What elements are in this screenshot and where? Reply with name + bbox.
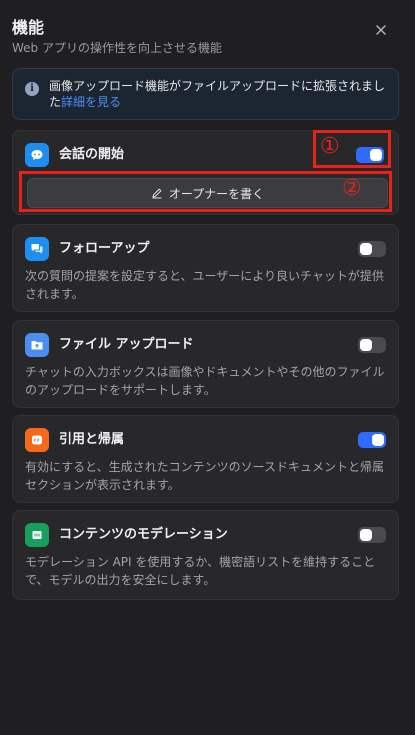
messages-icon (25, 237, 49, 261)
feature-title: フォローアップ (59, 241, 150, 256)
follow-up-toggle[interactable] (358, 241, 386, 257)
feature-title: 引用と帰属 (59, 432, 125, 447)
info-icon: i (25, 82, 39, 96)
annotation-box-2 (19, 171, 392, 212)
moderation-icon (25, 523, 49, 547)
feature-card-citations: 引用と帰属 有効にすると、生成されたコンテンツのソースドキュメントと帰属セクショ… (12, 415, 399, 503)
feature-card-follow-up: フォローアップ 次の質問の提案を設定すると、ユーザーにより良いチャットが提供され… (12, 224, 399, 312)
learn-more-link[interactable]: 詳細を見る (61, 95, 121, 109)
feature-card-file-upload: ファイル アップロード チャットの入力ボックスは画像やドキュメントやその他のファ… (12, 320, 399, 408)
feature-description: チャットの入力ボックスは画像やドキュメントやその他のファイルのアップロードをサポ… (25, 365, 385, 397)
panel-header: 機能 Web アプリの操作性を向上させる機能 (12, 18, 403, 58)
feature-description: モデレーション API を使用するか、機密語リストを維持することで、モデルの出力… (25, 555, 376, 587)
close-icon[interactable] (373, 22, 389, 38)
feature-header: 引用と帰属 (25, 428, 386, 452)
chat-bubble-icon (25, 143, 49, 167)
feature-title: ファイル アップロード (59, 337, 194, 352)
citations-toggle[interactable] (358, 432, 386, 448)
panel-subtitle: Web アプリの操作性を向上させる機能 (12, 41, 222, 55)
info-notice: i 画像アップロード機能がファイルアップロードに拡張されました詳細を見る (12, 68, 399, 120)
moderation-toggle[interactable] (358, 527, 386, 543)
feature-header: フォローアップ (25, 237, 386, 261)
file-upload-toggle[interactable] (358, 337, 386, 353)
panel-title: 機能 (12, 18, 45, 37)
feature-header: ファイル アップロード (25, 333, 386, 357)
feature-card-moderation: コンテンツのモデレーション モデレーション API を使用するか、機密語リストを… (12, 510, 399, 600)
quote-icon (25, 428, 49, 452)
feature-description: 次の質問の提案を設定すると、ユーザーにより良いチャットが提供されます。 (25, 269, 384, 301)
annotation-marker-1: ① (320, 134, 340, 159)
feature-title: コンテンツのモデレーション (59, 527, 228, 542)
feature-header: コンテンツのモデレーション (25, 523, 386, 547)
annotation-marker-2: ② (342, 176, 362, 201)
feature-title: 会話の開始 (59, 147, 125, 162)
folder-upload-icon (25, 333, 49, 357)
feature-description: 有効にすると、生成されたコンテンツのソースドキュメントと帰属セクションが表示され… (25, 460, 385, 492)
